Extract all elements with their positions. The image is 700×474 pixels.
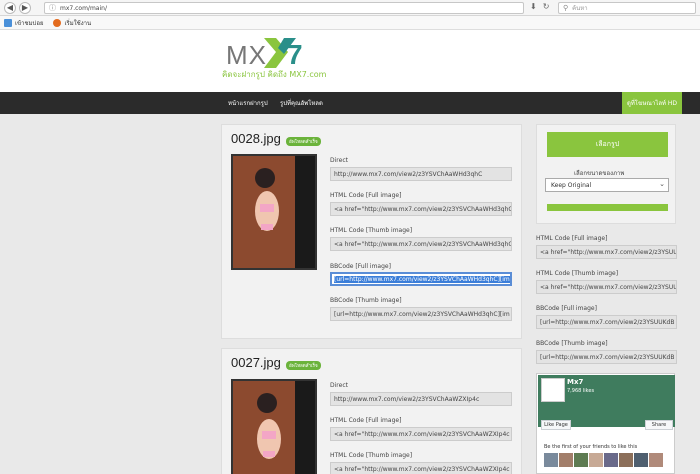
site-header: MX 7 คิดจะฝากรูป คิดถึง MX7.com: [0, 30, 700, 92]
address-bar[interactable]: ⓘ mx7.com/main/: [44, 2, 524, 14]
bookmark-getting-started[interactable]: เริ่มใช้งาน: [53, 18, 91, 28]
upload-progress-bar: [547, 204, 668, 211]
field-label: BBCode [Thumb image]: [330, 297, 402, 304]
html-thumb-field[interactable]: <a href="http://www.mx7.com/view2/z3YSVC…: [330, 462, 512, 474]
search-icon: ⚲: [563, 4, 569, 12]
facebook-like-count: 7,968 likes: [567, 388, 595, 394]
search-input[interactable]: ⚲ ค้นหา: [558, 2, 696, 14]
nav-hd-button[interactable]: ดูที่โฆษณาไลท์ HD: [622, 92, 682, 114]
chevron-down-icon: ⌄: [659, 180, 665, 188]
bookmark-label: เริ่มใช้งาน: [64, 19, 92, 27]
avatar[interactable]: [574, 453, 588, 467]
html-full-field[interactable]: <a href="http://www.mx7.com/view2/z3YSVC…: [330, 202, 512, 216]
url-text: mx7.com/main/: [60, 4, 107, 12]
bbcode-thumb-field[interactable]: [url=http://www.mx7.com/view2/z3YSVChAaW…: [330, 307, 512, 321]
field-label: Direct: [330, 382, 348, 389]
avatar[interactable]: [634, 453, 648, 467]
site-logo[interactable]: MX 7 คิดจะฝากรูป คิดถึง MX7.com: [222, 38, 326, 82]
avatar[interactable]: [559, 453, 573, 467]
avatar[interactable]: [619, 453, 633, 467]
file-title: 0028.jpg: [231, 131, 281, 146]
photo-placeholder: [233, 381, 315, 474]
toolbar-actions: ⬇ ↻: [530, 2, 555, 11]
field-label: HTML Code [Full image]: [330, 192, 402, 199]
avatar[interactable]: [589, 453, 603, 467]
field-label: BBCode [Thumb image]: [536, 340, 608, 347]
sidebar-html-thumb-field[interactable]: <a href="http://www.mx7.com/view2/z3YSUU: [536, 280, 677, 294]
firefox-icon: [53, 18, 62, 27]
resize-value: Keep Original: [551, 182, 592, 189]
bookmark-icon: [4, 18, 12, 27]
site-tagline: คิดจะฝากรูป คิดถึง MX7.com: [222, 70, 327, 79]
field-label: HTML Code [Thumb image]: [330, 452, 413, 459]
select-image-button[interactable]: เลือกรูป: [547, 132, 668, 157]
svg-text:7: 7: [287, 39, 303, 70]
logo-text: MX: [226, 40, 267, 70]
file-title: 0027.jpg: [231, 355, 281, 370]
bookmarks-bar: เข้าชมบ่อย เริ่มใช้งาน: [0, 16, 700, 30]
download-icon[interactable]: ⬇: [530, 2, 537, 11]
field-label: Direct: [330, 157, 348, 164]
info-icon[interactable]: ⓘ: [49, 3, 56, 13]
selected-text: [url=http://www.mx7.com/view2/z3YSVChAaW…: [334, 276, 510, 283]
photo-placeholder: [233, 156, 315, 268]
upload-result-panel: 0027.jpg อัพโหลดสำเร็จ Direct http://www…: [221, 348, 522, 474]
facebook-share-button[interactable]: Share: [645, 420, 673, 430]
forward-icon[interactable]: ▶: [19, 1, 31, 14]
image-thumbnail[interactable]: [231, 154, 317, 270]
logo-x7-icon: 7: [264, 38, 303, 70]
facebook-like-button[interactable]: Like Page: [541, 420, 571, 430]
html-full-field[interactable]: <a href="http://www.mx7.com/view2/z3YSVC…: [330, 427, 512, 441]
bookmark-label: เข้าชมบ่อย: [15, 19, 44, 27]
bbcode-full-field[interactable]: [url=http://www.mx7.com/view2/z3YSVChAaW…: [330, 272, 512, 286]
avatar[interactable]: [604, 453, 618, 467]
sidebar-bbcode-thumb-field[interactable]: [url=http://www.mx7.com/view2/z3YSUUKdB: [536, 350, 677, 364]
facebook-friends-text: Be the first of your friends to like thi…: [544, 444, 638, 450]
html-thumb-field[interactable]: <a href="http://www.mx7.com/view2/z3YSVC…: [330, 237, 512, 251]
field-label: BBCode [Full image]: [330, 263, 391, 270]
facebook-page-widget: Mx7 7,968 likes Like Page Share Be the f…: [536, 373, 675, 474]
field-label: HTML Code [Full image]: [536, 235, 608, 242]
field-label: HTML Code [Thumb image]: [330, 227, 413, 234]
resize-select[interactable]: Keep Original ⌄: [545, 178, 669, 192]
facebook-page-logo[interactable]: [541, 378, 565, 402]
avatar[interactable]: [649, 453, 663, 467]
facebook-friend-avatars: [544, 453, 664, 467]
search-placeholder: ค้นหา: [572, 5, 588, 12]
refresh-icon[interactable]: ↻: [543, 2, 550, 11]
image-thumbnail[interactable]: [231, 379, 317, 474]
resize-label: เลือกขนาดของภาพ: [574, 170, 625, 177]
upload-result-panel: 0028.jpg อัพโหลดสำเร็จ Direct http://www…: [221, 124, 522, 339]
nav-home[interactable]: หน้าแรกฝากรูป: [228, 98, 268, 108]
facebook-page-name[interactable]: Mx7: [567, 378, 583, 386]
sidebar-bbcode-full-field[interactable]: [url=http://www.mx7.com/view2/z3YSUUKdB: [536, 315, 677, 329]
nav-my-uploads[interactable]: รูปที่คุณอัพโหลด: [280, 98, 323, 108]
direct-link-field[interactable]: http://www.mx7.com/view2/z3YSVChAaWHd3qh…: [330, 167, 512, 181]
direct-link-field[interactable]: http://www.mx7.com/view2/z3YSVChAaWZXIp4…: [330, 392, 512, 406]
field-label: HTML Code [Thumb image]: [536, 270, 619, 277]
status-badge: อัพโหลดสำเร็จ: [286, 361, 321, 370]
main-navbar: หน้าแรกฝากรูป รูปที่คุณอัพโหลด ดูที่โฆษณ…: [0, 92, 700, 114]
status-badge: อัพโหลดสำเร็จ: [286, 137, 321, 146]
sidebar-html-full-field[interactable]: <a href="http://www.mx7.com/view2/z3YSUU: [536, 245, 677, 259]
field-label: HTML Code [Full image]: [330, 417, 402, 424]
back-icon[interactable]: ◀: [4, 1, 16, 14]
field-label: BBCode [Full image]: [536, 305, 597, 312]
avatar[interactable]: [544, 453, 558, 467]
bookmark-most-visited[interactable]: เข้าชมบ่อย: [4, 18, 43, 28]
